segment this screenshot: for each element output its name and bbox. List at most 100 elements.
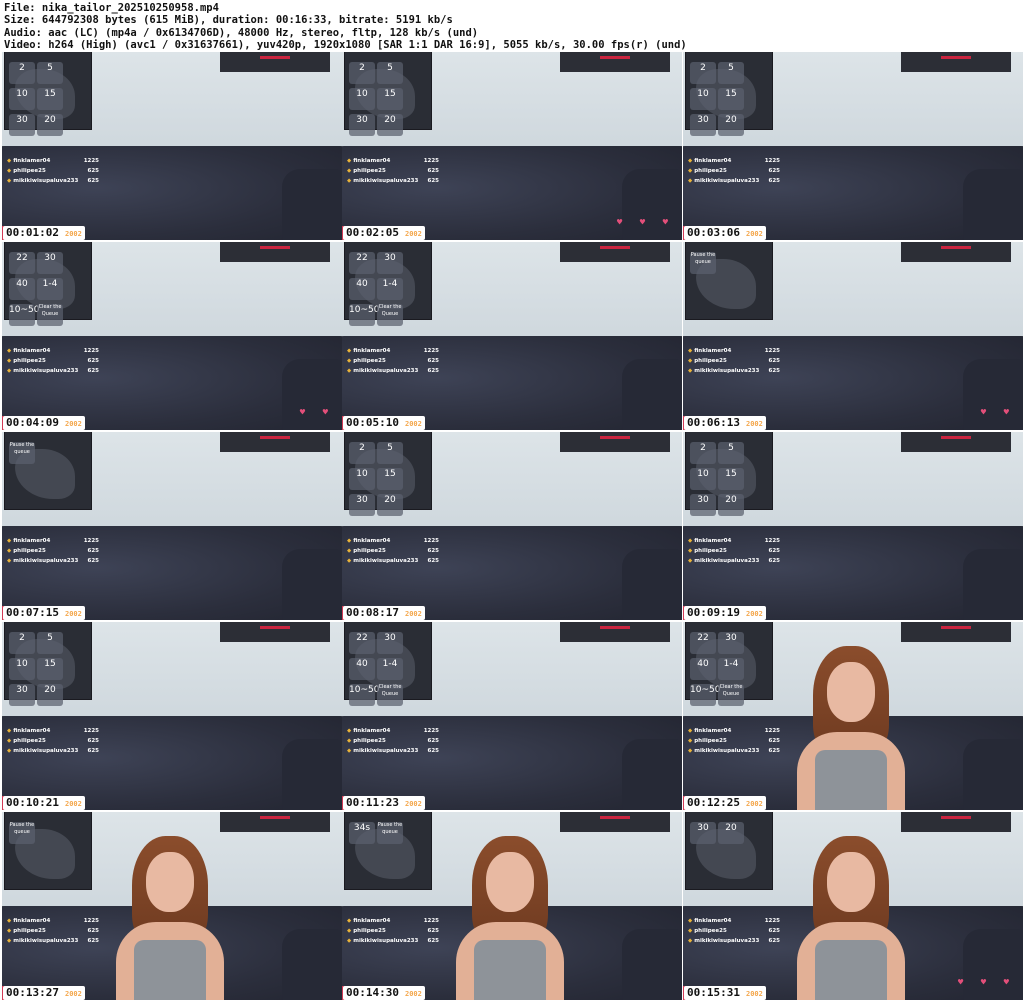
leaderboard-row: ◆ mikikiwisupaluva233 625 xyxy=(688,176,780,186)
leader-value: 1225 xyxy=(764,918,780,924)
leader-value: 1225 xyxy=(423,348,439,354)
leader-value: 1225 xyxy=(83,538,99,544)
leaderboard-row: ◆ finklamer04 1225 xyxy=(688,726,780,736)
timestamp-text: 00:07:15 xyxy=(6,606,59,619)
wall-poster-right xyxy=(560,812,670,832)
video-thumbnail[interactable]: Pause the queue ◆ finklamer04 1225 ◆ philipee… xyxy=(2,432,342,620)
leader-name: finklamer04 xyxy=(353,538,391,544)
tip-menu-tile: 1-4 xyxy=(377,278,403,300)
tip-menu-tile: 2 xyxy=(9,62,35,84)
timestamp-label: 00:15:31 2002 xyxy=(684,986,766,1000)
timestamp-text: 00:06:13 xyxy=(687,416,740,429)
thumbnail-grid: 2 510 1530 20 ◆ finklamer04 1225 ◆ philipee25 625… xyxy=(0,52,1024,1003)
leader-name: philipee25 xyxy=(353,548,386,554)
leader-value: 625 xyxy=(87,938,99,944)
leaderboard-row: ◆ philipee25 625 xyxy=(7,546,99,556)
overlay-fade-text: 2002 xyxy=(64,420,82,428)
leader-value: 625 xyxy=(87,358,99,364)
leaderboard-row: ◆ finklamer04 1225 xyxy=(688,346,780,356)
video-thumbnail[interactable]: 2 510 1530 20 ◆ finklamer04 1225 ◆ philipee25 625… xyxy=(683,432,1023,620)
video-thumbnail[interactable]: 22 3040 1-410~50Clear the Queue ◆ finklamer0… xyxy=(342,242,682,430)
tip-menu-tile: 30 xyxy=(690,822,716,844)
diamond-icon: ◆ xyxy=(7,158,12,164)
leader-value: 625 xyxy=(427,358,439,364)
tip-menu-overlay: 2 510 1530 20 xyxy=(689,440,753,518)
video-thumbnail[interactable]: 30 20 ◆ finklamer04 1225 ◆ philipee25 625 ◆ mikik… xyxy=(683,812,1023,1000)
overlay-fade-text: 2002 xyxy=(745,990,763,998)
leader-name: philipee25 xyxy=(353,358,386,364)
leaderboard-row: ◆ finklamer04 1225 xyxy=(688,156,780,166)
video-thumbnail[interactable]: 22 3040 1-410~50Clear the Queue ◆ finklamer0… xyxy=(683,622,1023,810)
diamond-icon: ◆ xyxy=(7,368,12,374)
leaderboard-row: ◆ philipee25 625 xyxy=(688,166,780,176)
video-thumbnail[interactable]: 2 510 1530 20 ◆ finklamer04 1225 ◆ philipee25 625… xyxy=(342,52,682,240)
leaderboard-row: ◆ finklamer04 1225 xyxy=(688,916,780,926)
video-thumbnail[interactable]: 2 510 1530 20 ◆ finklamer04 1225 ◆ philipee25 625… xyxy=(342,432,682,620)
diamond-icon: ◆ xyxy=(688,738,693,744)
video-thumbnail[interactable]: Pause the queue ◆ finklamer04 1225 ◆ philipee… xyxy=(683,242,1023,430)
video-thumbnail[interactable]: 34s Pause the queue ◆ finklamer04 1225 ◆ phili… xyxy=(342,812,682,1000)
overlay-fade-text: 2002 xyxy=(745,420,763,428)
streamer-figure xyxy=(791,646,911,810)
timestamp-label: 00:14:30 2002 xyxy=(343,986,425,1000)
timestamp-text: 00:03:06 xyxy=(687,226,740,239)
leader-name: finklamer04 xyxy=(694,918,732,924)
timestamp-label: 00:12:25 2002 xyxy=(684,796,766,810)
timestamp-label: 00:13:27 2002 xyxy=(3,986,85,1000)
tip-menu-tile: 30 xyxy=(349,114,375,136)
diamond-icon: ◆ xyxy=(347,918,352,924)
tip-leaderboard: ◆ finklamer04 1225 ◆ philipee25 625 ◆ mikikiwis… xyxy=(688,346,780,376)
leader-name: philipee25 xyxy=(13,358,46,364)
heart-icon: ♥ ♥ ♥ xyxy=(616,218,674,228)
file-size: Size: 644792308 bytes (615 MiB), duratio… xyxy=(4,14,453,27)
video-thumbnail[interactable]: 22 3040 1-410~50Clear the Queue ◆ finklamer0… xyxy=(342,622,682,810)
leader-name: finklamer04 xyxy=(13,728,51,734)
leaderboard-row: ◆ philipee25 625 xyxy=(7,926,99,936)
tip-menu-tile: 40 xyxy=(9,278,35,300)
video-thumbnail[interactable]: 2 510 1530 20 ◆ finklamer04 1225 ◆ philipee25 625… xyxy=(683,52,1023,240)
leaderboard-row: ◆ philipee25 625 xyxy=(347,356,439,366)
sofa-arm xyxy=(963,358,1023,430)
video-thumbnail[interactable]: 22 3040 1-410~50Clear the Queue ◆ finklamer0… xyxy=(2,242,342,430)
tip-menu-overlay: 22 3040 1-4 10~50Clear the Queue xyxy=(348,250,412,328)
video-thumbnail[interactable]: 2 510 1530 20 ◆ finklamer04 1225 ◆ philipee25 625… xyxy=(2,52,342,240)
leader-name: mikikiwisupaluva233 xyxy=(13,748,79,754)
leaderboard-row: ◆ mikikiwisupaluva233 625 xyxy=(347,746,439,756)
leader-name: finklamer04 xyxy=(353,728,391,734)
tip-menu-overlay: 22 3040 1-4 10~50Clear the Queue xyxy=(348,630,412,708)
video-thumbnail[interactable]: Pause the queue ◆ finklamer04 1225 ◆ philipee… xyxy=(2,812,342,1000)
tip-menu-tile: 15 xyxy=(37,88,63,110)
leaderboard-row: ◆ philipee25 625 xyxy=(688,356,780,366)
video-thumbnail[interactable]: 2 510 1530 20 ◆ finklamer04 1225 ◆ philipee25 625… xyxy=(2,622,342,810)
diamond-icon: ◆ xyxy=(347,728,352,734)
tip-leaderboard: ◆ finklamer04 1225 ◆ philipee25 625 ◆ mikikiwis… xyxy=(688,536,780,566)
leaderboard-row: ◆ finklamer04 1225 xyxy=(7,916,99,926)
leader-name: finklamer04 xyxy=(694,538,732,544)
wall-poster-right xyxy=(220,432,330,452)
leader-name: mikikiwisupaluva233 xyxy=(13,368,79,374)
leader-name: finklamer04 xyxy=(694,348,732,354)
diamond-icon: ◆ xyxy=(347,548,352,554)
timestamp-text: 00:05:10 xyxy=(346,416,399,429)
leaderboard-row: ◆ mikikiwisupaluva233 625 xyxy=(7,746,99,756)
tip-menu-tile: 10 xyxy=(690,468,716,490)
diamond-icon: ◆ xyxy=(688,548,693,554)
tip-menu-tile: 20 xyxy=(718,494,744,516)
leader-name: mikikiwisupaluva233 xyxy=(353,938,419,944)
leaderboard-row: ◆ mikikiwisupaluva233 625 xyxy=(688,746,780,756)
tip-menu-tile: 30 xyxy=(718,632,744,654)
tip-menu-overlay: 2 510 1530 20 xyxy=(8,60,72,138)
diamond-icon: ◆ xyxy=(688,358,693,364)
leader-value: 1225 xyxy=(764,728,780,734)
wall-poster-right xyxy=(560,432,670,452)
overlay-fade-text: 2002 xyxy=(404,420,422,428)
tip-menu-tile: 15 xyxy=(377,468,403,490)
tip-menu-overlay: Pause the queue xyxy=(8,440,72,466)
leader-value: 1225 xyxy=(764,348,780,354)
tip-menu-overlay: 2 510 1530 20 xyxy=(8,630,72,708)
diamond-icon: ◆ xyxy=(688,178,693,184)
tip-menu-tile: 10 xyxy=(9,88,35,110)
sofa-arm xyxy=(963,168,1023,240)
diamond-icon: ◆ xyxy=(688,348,693,354)
leader-name: philipee25 xyxy=(694,548,727,554)
